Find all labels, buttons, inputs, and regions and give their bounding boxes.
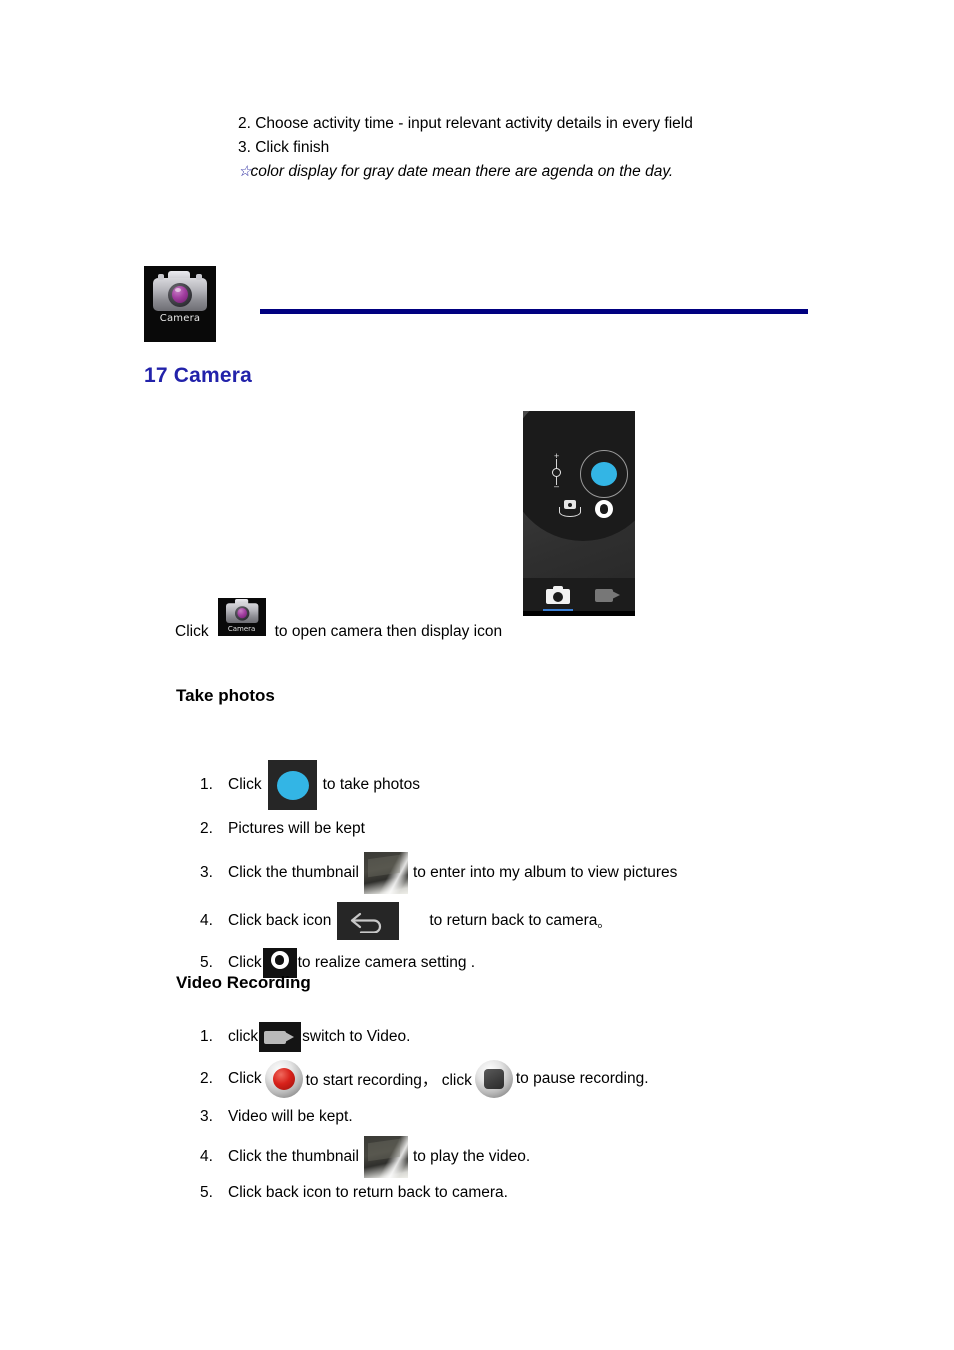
- step-text-pre: Click back icon to return back to camera…: [228, 1184, 508, 1201]
- step-text-post: switch to Video.: [302, 1028, 411, 1045]
- step-number: 5.: [200, 954, 213, 971]
- continuation-steps-block: 2. Choose activity time - input relevant…: [238, 112, 898, 184]
- list-item: 5. Click back icon to return back to cam…: [200, 1182, 900, 1204]
- open-camera-instruction: Click Camera to open camera then display…: [175, 598, 502, 644]
- system-navigation-bar: [523, 611, 635, 616]
- photo-thumbnail-icon[interactable]: [363, 852, 408, 894]
- back-arrow-glyph: [351, 912, 382, 933]
- step-text-post: to return back to camera: [429, 912, 598, 929]
- list-item: 2. Pictures will be kept: [200, 818, 900, 840]
- step-text-pre: Click: [228, 954, 262, 971]
- section-divider-rule: [260, 309, 808, 314]
- step-text-pre: Click the thumbnail: [228, 1148, 359, 1165]
- continuation-step-2: 2. Choose activity time - input relevant…: [238, 115, 693, 132]
- list-item: 3. Click the thumbnail to enter into my …: [200, 852, 900, 894]
- list-item: 1. Click to take photos: [200, 760, 900, 810]
- step-text-pre: Click: [228, 776, 262, 793]
- shutter-button-icon[interactable]: [267, 760, 317, 810]
- video-mode-icon[interactable]: [259, 1022, 302, 1052]
- step-text-post: to enter into my album to view pictures: [412, 864, 678, 881]
- step-text-post: to take photos: [322, 776, 420, 793]
- zoom-slider-knob[interactable]: [552, 468, 561, 477]
- video-thumbnail-icon[interactable]: [363, 1136, 408, 1178]
- step-text-pre: Click: [228, 1070, 262, 1087]
- camera-app-icon-inline-label: Camera: [227, 625, 256, 633]
- step-text-mid: to start recording， click: [305, 1072, 472, 1089]
- take-photos-steps: 1. Click to take photos 2. Pictures will…: [200, 760, 900, 986]
- pause-button-icon[interactable]: [474, 1060, 513, 1098]
- take-photos-heading: Take photos: [176, 686, 275, 705]
- photo-mode-tab[interactable]: [546, 586, 570, 604]
- back-arrow-icon[interactable]: [337, 902, 400, 940]
- agenda-note: ☆color display for gray date mean there …: [238, 160, 898, 184]
- step-text-pre: Click the thumbnail: [228, 864, 359, 881]
- camera-app-icon-label: Camera: [159, 313, 201, 324]
- step-number: 3.: [200, 864, 213, 881]
- camera-mode-bar: [523, 578, 635, 616]
- open-camera-prefix: Click: [175, 623, 209, 640]
- camera-app-screenshot: + –: [523, 411, 635, 616]
- step-text-trailing: 。: [597, 914, 611, 930]
- list-item: 1. click switch to Video.: [200, 1022, 900, 1052]
- list-item: 4. Click the thumbnail to play the video…: [200, 1136, 900, 1178]
- step-number: 4.: [200, 912, 213, 929]
- shutter-button[interactable]: [591, 462, 617, 486]
- list-item: 4. Click back icon to return back to cam…: [200, 902, 900, 940]
- step-number: 2.: [200, 1070, 213, 1087]
- zoom-out-label: –: [554, 481, 560, 491]
- step-text-post: to realize camera setting .: [297, 954, 476, 971]
- step-number: 2.: [200, 820, 213, 837]
- switch-camera-icon[interactable]: [559, 499, 581, 517]
- agenda-note-text: color display for gray date mean there a…: [250, 163, 674, 181]
- video-recording-steps: 1. click switch to Video. 2. Click to st…: [200, 1022, 900, 1212]
- step-number: 1.: [200, 1028, 213, 1045]
- camera-app-icon-tile: Camera: [144, 266, 216, 342]
- step-text-pre: Video will be kept.: [228, 1108, 353, 1125]
- step-text-pre: Pictures will be kept: [228, 820, 365, 837]
- step-number: 4.: [200, 1148, 213, 1165]
- step-text-pre: Click back icon: [228, 912, 332, 929]
- video-mode-tab[interactable]: [595, 589, 621, 602]
- step-number: 1.: [200, 776, 213, 793]
- video-recording-heading: Video Recording: [176, 973, 311, 992]
- step-text-pre: click: [228, 1028, 259, 1045]
- slr-camera-icon: [153, 271, 207, 311]
- list-item: 3. Video will be kept.: [200, 1106, 900, 1128]
- zoom-slider[interactable]: + –: [548, 452, 566, 491]
- slr-camera-icon: [225, 599, 258, 623]
- page-title: 17 Camera: [144, 364, 253, 387]
- camera-app-icon-inline[interactable]: Camera: [217, 598, 266, 636]
- continuation-step-3: 3. Click finish: [238, 139, 330, 157]
- camera-app-icon: Camera: [144, 266, 216, 342]
- step-number: 5.: [200, 1184, 213, 1201]
- star-icon: ☆: [238, 163, 251, 181]
- step-text-post: to play the video.: [412, 1148, 531, 1165]
- list-item: 2. Click to start recording， click to pa…: [200, 1060, 900, 1098]
- step-text-post: to pause recording.: [515, 1070, 649, 1087]
- record-button-icon[interactable]: [264, 1060, 303, 1098]
- open-camera-suffix: to open camera then display icon: [274, 623, 503, 640]
- camera-settings-icon[interactable]: [595, 500, 613, 518]
- step-number: 3.: [200, 1108, 213, 1125]
